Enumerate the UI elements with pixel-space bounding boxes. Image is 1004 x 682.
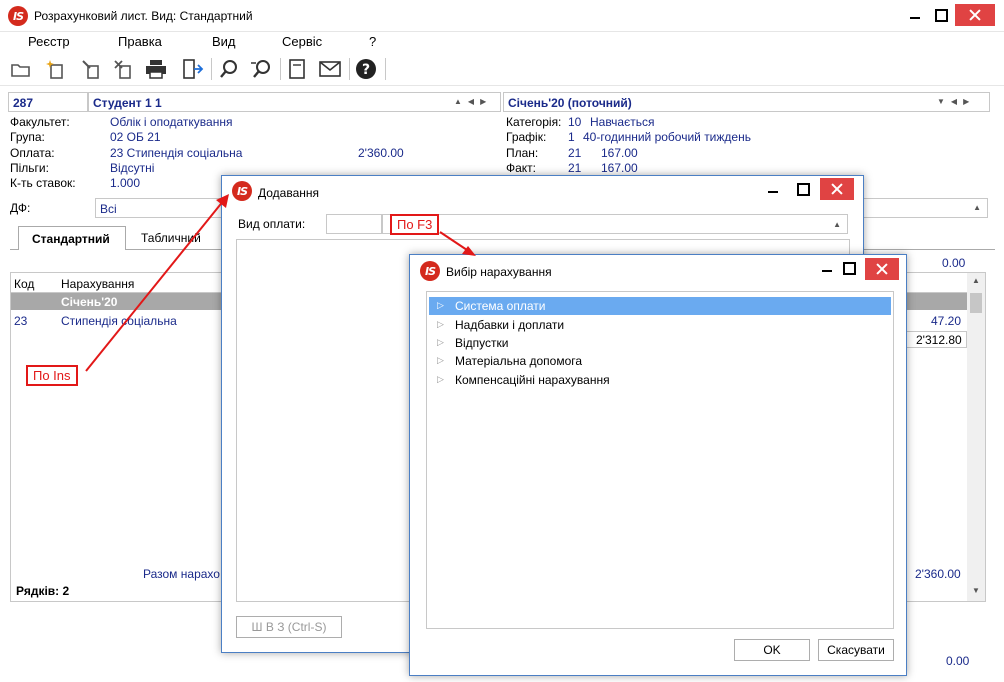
annotation-ins: По Ins <box>26 365 78 386</box>
annotation-arrows <box>85 194 476 372</box>
annotation-f3: По F3 <box>390 214 440 235</box>
